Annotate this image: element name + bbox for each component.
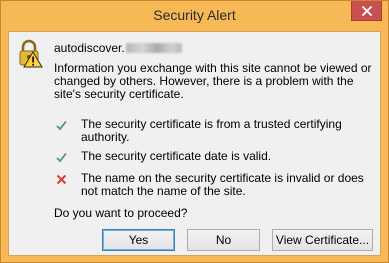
proceed-question: Do you want to proceed? [54, 206, 188, 220]
redacted-domain [125, 43, 182, 53]
green-check-icon [56, 152, 67, 163]
site-address: autodiscover. [54, 41, 182, 55]
check-text: The security certificate date is valid. [81, 149, 272, 163]
intro-text: Information you exchange with this site … [54, 61, 372, 101]
check-text: The security certificate is from a trust… [81, 117, 342, 144]
yes-button[interactable]: Yes [102, 229, 175, 251]
site-address-prefix: autodiscover. [54, 41, 125, 55]
view-certificate-button[interactable]: View Certificate... [272, 229, 373, 251]
close-icon [361, 5, 372, 16]
close-button[interactable] [351, 1, 382, 21]
security-alert-window: Security Alert autodiscover. Information… [0, 0, 389, 263]
red-x-icon [56, 174, 67, 185]
window-title: Security Alert [153, 7, 236, 23]
no-button[interactable]: No [187, 229, 260, 251]
title-bar[interactable]: Security Alert [1, 1, 388, 31]
green-check-icon [56, 120, 67, 131]
check-text: The name on the security certificate is … [81, 171, 364, 198]
dialog-body: autodiscover. Information you exchange w… [8, 31, 381, 256]
security-warning-icon [19, 39, 43, 68]
